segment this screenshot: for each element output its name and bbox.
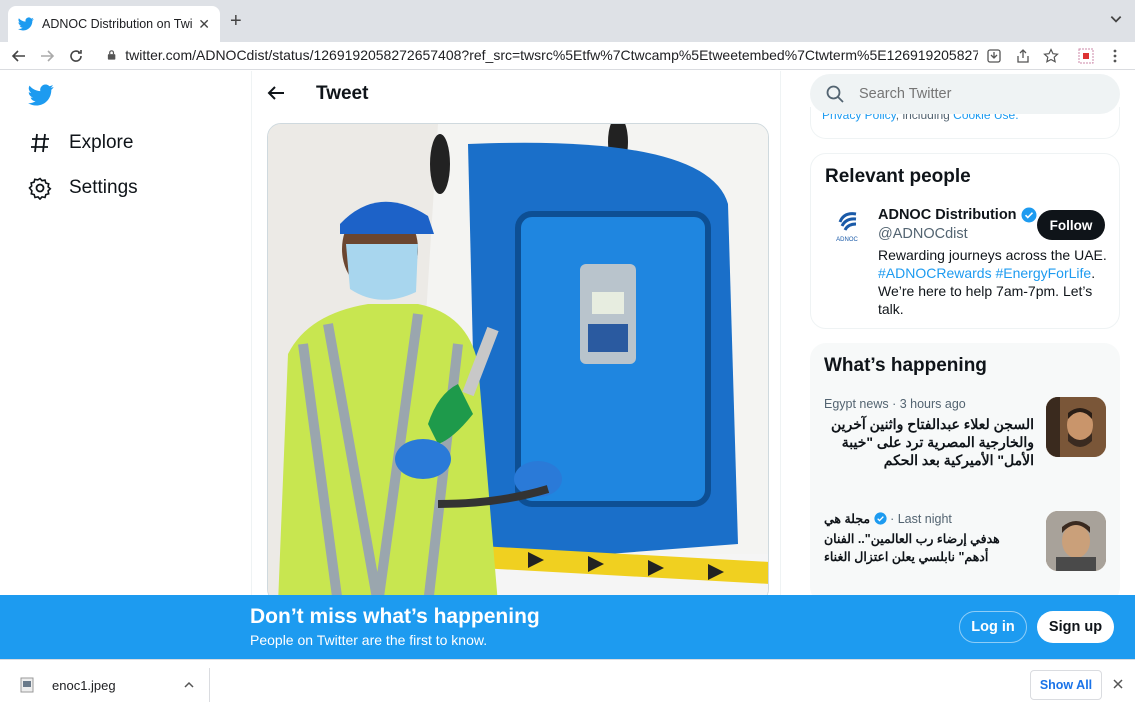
extension-icon[interactable] [1076, 46, 1096, 66]
main-column: Tweet [251, 71, 781, 595]
signup-banner: Don’t miss what’s happening People on Tw… [0, 595, 1135, 659]
nav-explore-label: Explore [69, 132, 134, 153]
follow-button[interactable]: Follow [1037, 210, 1105, 240]
relevant-people-card: Relevant people ADNOC ADNOC Distribution… [810, 153, 1120, 329]
show-all-button[interactable]: Show All [1030, 670, 1102, 700]
nav-settings[interactable]: Settings [28, 176, 138, 200]
whats-happening-card: What’s happening Egypt news · 3 hours ag… [810, 343, 1120, 595]
person-bio: Rewarding journeys across the UAE. #ADNO… [878, 247, 1107, 317]
adnoc-avatar[interactable]: ADNOC [825, 204, 869, 248]
verified-badge-icon [1021, 207, 1037, 223]
tweet-media-image[interactable] [267, 123, 769, 595]
fuel-attendant-photo [268, 124, 768, 595]
tab-title: ADNOC Distribution on Twitter [42, 17, 193, 31]
verified-badge-icon [873, 512, 887, 525]
trend-headline: السجن لعلاء عبدالفتاح واثنين آخرين والخا… [830, 416, 1034, 468]
signup-button[interactable]: Sign up [1037, 611, 1114, 643]
tab-search-chevron-icon[interactable] [1109, 12, 1123, 26]
banner-subtitle: People on Twitter are the first to know. [250, 632, 488, 648]
hashtag-adnocrewards[interactable]: #ADNOCRewards [878, 265, 992, 281]
page-title: Tweet [316, 83, 369, 104]
relevant-people-title: Relevant people [825, 166, 971, 187]
download-item[interactable]: enoc1.jpeg [10, 668, 210, 702]
left-sidebar: Explore Settings [0, 71, 251, 595]
banner-title: Don’t miss what’s happening [250, 605, 540, 628]
nav-explore[interactable]: Explore [28, 131, 133, 155]
search-box[interactable] [810, 74, 1120, 114]
twitter-page: Explore Settings Tweet Privacy Policy, i… [0, 71, 1135, 595]
lock-icon [107, 50, 116, 60]
adnoc-logo-icon: ADNOC [836, 212, 858, 243]
search-input[interactable] [859, 86, 1079, 102]
install-app-icon[interactable] [984, 46, 1004, 66]
trend-headline: هدفي إرضاء رب العالمين".. الفنان أدهم" ن… [824, 532, 1000, 564]
browser-menu-icon[interactable] [1105, 46, 1125, 66]
back-arrow-icon[interactable] [266, 83, 286, 103]
back-nav-icon[interactable] [8, 45, 30, 67]
address-bar[interactable]: twitter.com/ADNOCdist/status/12691920582… [98, 42, 978, 68]
new-tab-icon[interactable]: + [230, 10, 242, 33]
twitter-favicon-icon [18, 17, 34, 31]
trend-thumbnail [1046, 511, 1106, 571]
trend-item[interactable]: مجلة هي · Last night هدفي إرضاء رب العال… [824, 511, 1106, 571]
trend-thumbnail [1046, 397, 1106, 457]
person-name[interactable]: ADNOC Distribution [878, 207, 1037, 223]
main-header: Tweet [252, 71, 782, 117]
bio-line-1: Rewarding journeys across the UAE. [878, 247, 1107, 263]
forward-nav-icon[interactable] [36, 45, 58, 67]
search-icon [826, 85, 844, 103]
trend-time: · Last night [890, 512, 952, 526]
nav-settings-label: Settings [69, 177, 138, 198]
bio-line-2: We’re here to help 7am-7pm. Let’s talk. [878, 283, 1093, 317]
share-icon[interactable] [1013, 46, 1033, 66]
twitter-logo-icon[interactable] [28, 83, 54, 107]
browser-toolbar: twitter.com/ADNOCdist/status/12691920582… [0, 42, 1135, 70]
adnoc-logo-text: ADNOC [836, 237, 858, 243]
chevron-up-icon[interactable] [183, 679, 195, 691]
browser-tab[interactable]: ADNOC Distribution on Twitter ✕ [8, 6, 220, 42]
login-button[interactable]: Log in [959, 611, 1027, 643]
hashtag-energyforlife[interactable]: #EnergyForLife [995, 265, 1091, 281]
person-name-text: ADNOC Distribution [878, 207, 1017, 223]
download-shelf: enoc1.jpeg Show All [0, 659, 1135, 710]
close-icon[interactable] [1112, 678, 1124, 690]
bookmark-star-icon[interactable] [1041, 46, 1061, 66]
download-filename: enoc1.jpeg [52, 677, 116, 693]
whats-happening-title: What’s happening [824, 355, 987, 376]
gear-icon [28, 177, 52, 200]
image-file-icon [20, 677, 34, 693]
right-sidebar: Privacy Policy, including Cookie Use. Re… [810, 71, 1120, 595]
trend-item[interactable]: Egypt news · 3 hours ago السجن لعلاء عبد… [824, 397, 1106, 469]
trend-source: مجلة هي [824, 512, 871, 526]
tab-close-icon[interactable]: ✕ [198, 16, 210, 33]
url-text: twitter.com/ADNOCdist/status/12691920582… [125, 47, 978, 63]
hashtag-icon [31, 133, 49, 153]
person-handle[interactable]: @ADNOCdist [878, 226, 968, 242]
reload-icon[interactable] [65, 45, 87, 67]
browser-tab-bar: ADNOC Distribution on Twitter ✕ + [0, 0, 1135, 42]
